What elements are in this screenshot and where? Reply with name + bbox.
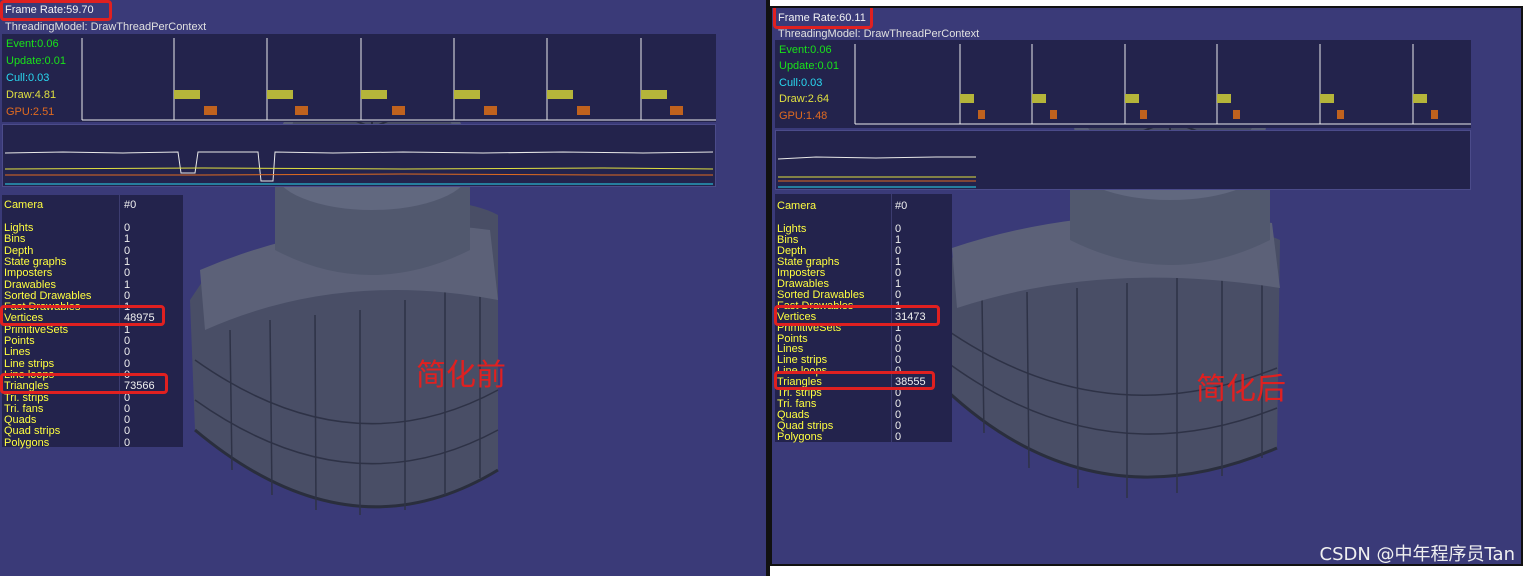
vertices-highlight [774,305,940,326]
stat-label-depth: Depth [4,244,34,257]
stat-value-state-graphs: 1 [124,255,131,268]
stat-label-imposters: Imposters [4,267,53,280]
stat-value-depth: 0 [124,244,131,257]
frame-rate-highlight [773,8,873,29]
stat-value-polygons: 0 [895,431,902,444]
threading-model-label: ThreadingModel: DrawThreadPerContext [5,21,207,33]
frame-graph-lines [777,156,976,188]
right-viewer-window: Frame Rate:60.11 ThreadingModel: DrawThr… [770,6,1523,566]
frame-rate-highlight [0,0,112,21]
stat-value-points: 0 [124,335,131,347]
stat-value-quads: 0 [124,414,131,427]
before-simplification-label: 简化前 [416,358,506,393]
camera-label: Camera [777,200,817,212]
stat-label-polygons: Polygons [777,431,823,444]
stat-value-quad-strips: 0 [124,425,131,438]
frame-graph [775,130,1471,190]
camera-value: #0 [124,199,137,211]
stat-label-bins: Bins [4,233,26,246]
after-simplification-label: 简化后 [1196,372,1286,407]
csdn-watermark: CSDN @中年程序员Tan [1319,544,1516,565]
stat-label-tri-fans: Tri. fans [4,402,44,415]
frame-graph [2,124,716,187]
stat-value-polygons: 0 [124,436,131,449]
left-viewer-window: Frame Rate:59.70 ThreadingModel: DrawThr… [0,0,767,576]
stat-value-lights: 0 [124,222,131,234]
threading-model-label: ThreadingModel: DrawThreadPerContext [778,28,980,40]
stat-label-points: Points [4,335,35,347]
stat-value-drawables: 1 [124,278,131,291]
stat-value-tri-fans: 0 [124,402,131,415]
stat-label-quad-strips: Quad strips [4,425,61,438]
stat-label-quads: Quads [4,414,37,427]
camera-label: Camera [4,199,44,211]
stat-label-drawables: Drawables [4,278,56,291]
stat-label-polygons: Polygons [4,436,50,449]
stat-label-lights: Lights [4,222,34,234]
timing-panel: Event:0.06 Update:0.01 Cull:0.03 Draw:2.… [775,40,1471,128]
camera-value: #0 [895,200,908,212]
stat-label-line-strips: Line strips [4,357,55,370]
stat-value-lines: 0 [124,346,131,359]
stat-value-line-strips: 0 [124,357,131,370]
timing-panel: Event:0.06 Update:0.01 Cull:0.03 Draw:4.… [2,34,716,122]
vertices-highlight [0,305,165,326]
stat-label-sorted-drawables: Sorted Drawables [4,289,92,302]
triangles-highlight [0,373,168,394]
triangles-highlight [774,371,935,390]
frame-graph-lines [4,151,714,185]
stat-value-bins: 1 [124,233,131,246]
stat-label-state-graphs: State graphs [4,255,67,268]
stat-value-imposters: 0 [124,267,131,280]
timing-bars [81,38,716,121]
stat-value-sorted-drawables: 0 [124,289,131,302]
stat-label-lines: Lines [4,346,31,359]
timing-bars [854,44,1471,125]
